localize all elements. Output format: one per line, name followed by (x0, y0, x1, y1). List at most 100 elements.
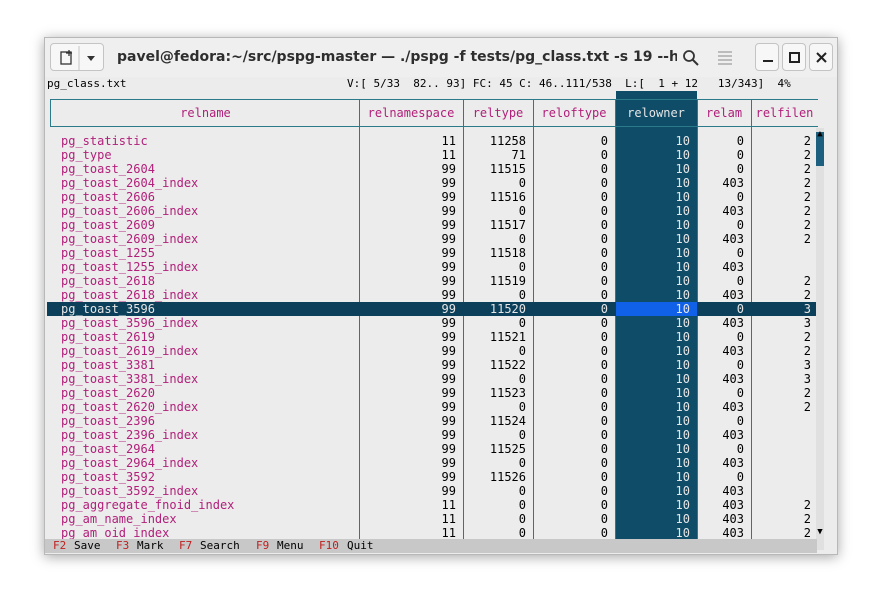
table-row[interactable]: pg_toast_3596_index 99 0 0 10 403 3 (47, 316, 819, 330)
search-icon[interactable] (681, 48, 701, 68)
cell-reloftype: 0 (600, 484, 608, 498)
table-row[interactable]: pg_toast_3592_index 99 0 0 10 403 (47, 484, 819, 498)
cell-reloftype: 0 (600, 190, 608, 204)
cell-relfilen: 2 (803, 134, 811, 148)
fkey-label-quit[interactable]: Quit (347, 539, 374, 553)
column-header-reltype[interactable]: reltype (463, 99, 533, 127)
table-row[interactable]: pg_toast_2964_index 99 0 0 10 403 (47, 456, 819, 470)
cell-relfilen: 2 (803, 400, 811, 414)
cell-relname: pg_toast_2964_index (61, 456, 199, 470)
cell-reltype: 0 (518, 176, 526, 190)
table-row[interactable]: pg_toast_2620 99 11523 0 10 0 2 (47, 386, 819, 400)
cell-relname: pg_toast_2604 (61, 162, 155, 176)
cell-relowner: 10 (675, 526, 690, 540)
maximize-button[interactable] (782, 43, 806, 71)
cell-relfilen (754, 428, 811, 442)
cell-reltype: 11522 (489, 358, 526, 372)
cell-reltype: 0 (518, 428, 526, 442)
table-row[interactable]: pg_toast_2396 99 11524 0 10 0 (47, 414, 819, 428)
cell-reltype: 0 (518, 288, 526, 302)
fkey-f10[interactable]: F10 (319, 539, 339, 553)
cell-reltype: 11518 (489, 246, 526, 260)
cell-relname: pg_toast_1255 (61, 246, 155, 260)
table-row[interactable]: pg_toast_2619_index 99 0 0 10 403 2 (47, 344, 819, 358)
column-header-reloftype[interactable]: reloftype (533, 99, 615, 127)
table-row[interactable]: pg_toast_2604 99 11515 0 10 0 2 (47, 162, 819, 176)
cell-reloftype: 0 (600, 134, 608, 148)
table-row[interactable]: pg_toast_2609_index 99 0 0 10 403 2 (47, 232, 819, 246)
close-icon (816, 52, 827, 63)
column-header-relnamespace[interactable]: relnamespace (359, 99, 463, 127)
table-row[interactable]: pg_toast_2396_index 99 0 0 10 403 (47, 428, 819, 442)
cell-relam: 0 (736, 330, 744, 344)
cell-reltype: 11523 (489, 386, 526, 400)
cell-relowner: 10 (675, 204, 690, 218)
fkey-label-mark[interactable]: Mark (137, 539, 164, 553)
fkey-f9[interactable]: F9 (256, 539, 269, 553)
minimize-button[interactable] (755, 43, 779, 71)
status-line: pg_class.txt V:[ 5/33 82.. 93] FC: 45 C:… (47, 77, 835, 91)
cell-relname: pg_type (61, 148, 112, 162)
cell-relowner: 10 (675, 302, 690, 316)
cell-relname: pg_toast_2396 (61, 414, 155, 428)
cell-relam: 0 (736, 218, 744, 232)
table-row[interactable]: pg_toast_1255 99 11518 0 10 0 (47, 246, 819, 260)
cell-relnamespace: 99 (441, 330, 456, 344)
table-row[interactable]: pg_toast_3596 99 11520 0 10 0 3 (47, 302, 819, 316)
column-header-relname[interactable]: relname (52, 99, 359, 127)
terminal-window: pavel@fedora:~/src/pspg-master — ./pspg … (44, 37, 838, 555)
cell-relowner: 10 (675, 246, 690, 260)
cell-reloftype: 0 (600, 148, 608, 162)
vertical-scrollbar[interactable] (816, 128, 824, 550)
hamburger-menu-icon[interactable] (715, 48, 735, 68)
cell-relam: 403 (722, 526, 744, 540)
table-row[interactable]: pg_toast_3592 99 11526 0 10 0 (47, 470, 819, 484)
table-row[interactable]: pg_toast_2618_index 99 0 0 10 403 2 (47, 288, 819, 302)
table-row[interactable]: pg_toast_2606_index 99 0 0 10 403 2 (47, 204, 819, 218)
table-row[interactable]: pg_toast_3381_index 99 0 0 10 403 3 (47, 372, 819, 386)
table-row[interactable]: pg_type 11 71 0 10 0 2 (47, 148, 819, 162)
column-header-relfilen[interactable]: relfilen (751, 99, 818, 127)
cell-reltype: 11524 (489, 414, 526, 428)
table-row[interactable]: pg_toast_2619 99 11521 0 10 0 2 (47, 330, 819, 344)
fkey-f3[interactable]: F3 (116, 539, 129, 553)
table-row[interactable]: pg_statistic 11 11258 0 10 0 2 (47, 134, 819, 148)
scroll-down-arrow[interactable]: ▼ (816, 527, 824, 537)
table-row[interactable]: pg_am_name_index 11 0 0 10 403 2 (47, 512, 819, 526)
table-row[interactable]: pg_toast_1255_index 99 0 0 10 403 (47, 260, 819, 274)
cell-reltype: 71 (511, 148, 526, 162)
table-row[interactable]: pg_toast_2604_index 99 0 0 10 403 2 (47, 176, 819, 190)
cell-relnamespace: 99 (441, 190, 456, 204)
cell-relam: 403 (722, 512, 744, 526)
fkey-label-save[interactable]: Save (74, 539, 101, 553)
cell-reloftype: 0 (600, 456, 608, 470)
cell-relfilen: 2 (803, 176, 811, 190)
fkey-f7[interactable]: F7 (179, 539, 192, 553)
cell-reltype: 11515 (489, 162, 526, 176)
close-button[interactable] (809, 43, 833, 71)
table-row[interactable]: pg_toast_2964 99 11525 0 10 0 (47, 442, 819, 456)
table-row[interactable]: pg_toast_2606 99 11516 0 10 0 2 (47, 190, 819, 204)
terminal-area[interactable]: pg_class.txt V:[ 5/33 82.. 93] FC: 45 C:… (45, 77, 837, 554)
fkey-label-search[interactable]: Search (200, 539, 240, 553)
column-header-relowner[interactable]: relowner (615, 99, 697, 127)
title-bar: pavel@fedora:~/src/pspg-master — ./pspg … (45, 38, 837, 78)
fkey-f2[interactable]: F2 (53, 539, 66, 553)
cell-relfilen: 3 (803, 358, 811, 372)
table-row[interactable]: pg_toast_3381 99 11522 0 10 0 3 (47, 358, 819, 372)
cell-reltype: 0 (518, 456, 526, 470)
cell-reloftype: 0 (600, 316, 608, 330)
cell-reloftype: 0 (600, 428, 608, 442)
scroll-up-arrow[interactable]: ▲ (816, 129, 824, 139)
fkey-label-menu[interactable]: Menu (277, 539, 304, 553)
table-row[interactable]: pg_toast_2618 99 11519 0 10 0 2 (47, 274, 819, 288)
table-row[interactable]: pg_am_oid_index 11 0 0 10 403 2 (47, 526, 819, 540)
table-row[interactable]: pg_aggregate_fnoid_index 11 0 0 10 403 2 (47, 498, 819, 512)
new-tab-split-button[interactable] (50, 43, 104, 71)
table-row[interactable]: pg_toast_2620_index 99 0 0 10 403 2 (47, 400, 819, 414)
cell-reloftype: 0 (600, 246, 608, 260)
cell-relname: pg_toast_2606 (61, 190, 155, 204)
table-row[interactable]: pg_toast_2609 99 11517 0 10 0 2 (47, 218, 819, 232)
cell-relowner: 10 (675, 386, 690, 400)
column-header-relam[interactable]: relam (697, 99, 751, 127)
